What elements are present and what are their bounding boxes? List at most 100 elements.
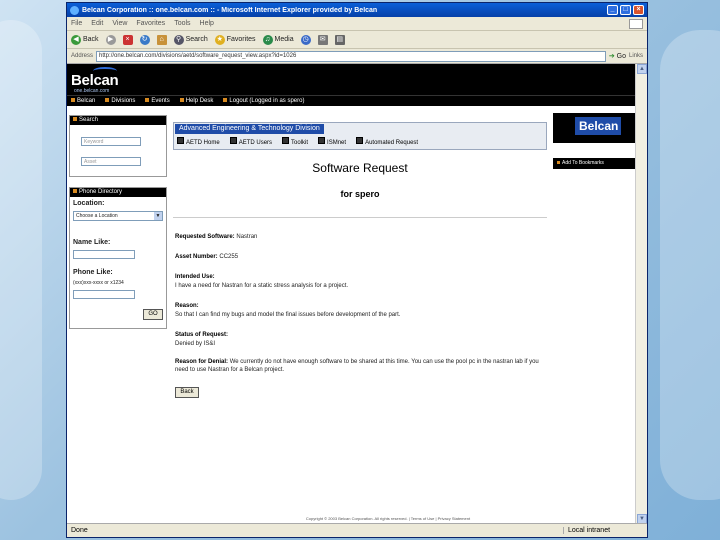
print-icon: ▤ xyxy=(334,34,345,45)
chevron-down-icon: ▼ xyxy=(154,212,162,220)
menu-favorites[interactable]: Favorites xyxy=(136,20,165,27)
mail-button[interactable]: ✉ xyxy=(317,34,328,45)
go-label: Go xyxy=(616,53,626,60)
address-bar: Address http://one.belcan.com/divisions/… xyxy=(67,49,647,64)
status-label: Status of Request: xyxy=(175,331,547,339)
status-heading: Status of Request: xyxy=(175,332,229,338)
ie-icon xyxy=(70,5,79,15)
star-icon: ★ xyxy=(214,34,225,45)
links-label[interactable]: Links xyxy=(629,53,643,59)
home-icon: ⌂ xyxy=(156,34,167,45)
page-viewport: Belcan one.belcan.com Belcan Divisions E… xyxy=(67,64,635,524)
print-button[interactable]: ▤ xyxy=(334,34,345,45)
toolbar: ◀ Back ▶ × ↻ ⌂ ⚲ Search ★ Favorites ♫ Media … xyxy=(67,31,647,49)
address-label: Address xyxy=(71,53,94,59)
close-icon[interactable]: × xyxy=(633,5,644,15)
denial-row: Reason for Denial: We currently do not h… xyxy=(175,358,547,374)
asset-number-value: CC255 xyxy=(219,254,239,260)
nav-help-desk[interactable]: Help Desk xyxy=(180,98,214,104)
status-bar: Done Local intranet xyxy=(67,523,647,537)
menu-tools[interactable]: Tools xyxy=(174,20,190,27)
intended-use-label: Intended Use: xyxy=(175,273,547,281)
tab-toolkit[interactable]: Toolkit xyxy=(282,137,308,146)
tab-ismnet[interactable]: ISMnet xyxy=(318,137,346,146)
search-label: Search xyxy=(185,36,208,43)
nav-divisions[interactable]: Divisions xyxy=(105,98,135,104)
directory-go-button[interactable]: GO xyxy=(143,309,163,320)
go-button[interactable]: ➔ Go xyxy=(609,52,626,60)
reason-value: So that I can find my bugs and model the… xyxy=(175,312,401,318)
back-button[interactable]: ◀ Back xyxy=(71,34,99,45)
phone-like-label: Phone Like: xyxy=(73,269,113,276)
page-title: Software Request xyxy=(312,161,408,175)
requested-software-row: Requested Software: Nastran xyxy=(175,233,547,241)
requested-software-value: Nastran xyxy=(236,234,258,240)
belcan-side-logo-text: Belcan xyxy=(579,119,619,133)
division-tabs: AETD Home AETD Users Toolkit ISMnet Auto… xyxy=(177,137,418,146)
menu-help[interactable]: Help xyxy=(200,20,214,27)
refresh-icon: ↻ xyxy=(139,34,150,45)
nav-logout[interactable]: Logout (Logged in as spero) xyxy=(223,98,304,104)
tab-automated-request[interactable]: Automated Request xyxy=(356,137,418,146)
site-nav: Belcan Divisions Events Help Desk Logout… xyxy=(67,95,635,106)
background-shape-left xyxy=(0,20,42,500)
denial-label: Reason for Denial: xyxy=(175,359,229,365)
go-arrow-icon: ➔ xyxy=(608,53,615,60)
favorites-button[interactable]: ★ Favorites xyxy=(214,34,256,45)
name-like-label: Name Like: xyxy=(73,239,111,246)
reason-label: Reason: xyxy=(175,302,547,310)
denial-value: We currently do not have enough software… xyxy=(175,359,539,373)
menu-file[interactable]: File xyxy=(71,20,82,27)
phone-like-input[interactable] xyxy=(73,290,135,299)
asset-input[interactable]: Asset xyxy=(81,157,141,166)
location-label: Location: xyxy=(73,200,105,207)
back-label: Back xyxy=(83,36,99,43)
maximize-icon[interactable]: □ xyxy=(620,5,631,15)
status-zone: Local intranet xyxy=(563,527,643,534)
nav-belcan[interactable]: Belcan xyxy=(71,98,95,104)
menu-view[interactable]: View xyxy=(112,20,127,27)
media-button[interactable]: ♫ Media xyxy=(262,34,294,45)
location-select[interactable]: Choose a Location ▼ xyxy=(73,211,163,221)
reason-heading: Reason: xyxy=(175,303,199,309)
directory-panel-header: Phone Directory xyxy=(70,188,166,197)
refresh-button[interactable]: ↻ xyxy=(139,34,150,45)
title-bar: Belcan Corporation :: one.belcan.com :: … xyxy=(67,3,647,17)
tab-aetd-users[interactable]: AETD Users xyxy=(230,137,272,146)
home-button[interactable]: ⌂ xyxy=(156,34,167,45)
favorites-label: Favorites xyxy=(226,36,256,43)
asset-number-label: Asset Number: xyxy=(175,254,218,260)
scroll-up-icon[interactable]: ▲ xyxy=(637,64,647,74)
forward-arrow-icon: ▶ xyxy=(105,34,116,45)
menu-edit[interactable]: Edit xyxy=(91,20,103,27)
mail-icon: ✉ xyxy=(317,34,328,45)
divider xyxy=(173,217,547,218)
stop-button[interactable]: × xyxy=(122,34,133,45)
background-shape-right xyxy=(660,30,720,500)
stop-icon: × xyxy=(122,34,133,45)
window-title: Belcan Corporation :: one.belcan.com :: … xyxy=(82,6,378,14)
back-page-button[interactable]: Back xyxy=(175,387,199,398)
status-value: Denied by IS&I xyxy=(175,341,216,347)
add-bookmark-link[interactable]: Add To Bookmarks xyxy=(553,158,635,169)
phone-format-hint: (xxx)xxx-xxxx or x1234 xyxy=(73,280,124,286)
forward-button[interactable]: ▶ xyxy=(105,34,116,45)
page-footer: Copyright © 2003 Belcan Corporation. All… xyxy=(305,516,471,521)
division-title: Advanced Engineering & Technology Divisi… xyxy=(175,124,324,134)
name-like-input[interactable] xyxy=(73,250,135,259)
requested-software-label: Requested Software: xyxy=(175,234,235,240)
search-button[interactable]: ⚲ Search xyxy=(173,34,208,45)
address-input[interactable]: http://one.belcan.com/divisions/aetd/sof… xyxy=(96,50,606,62)
keyword-input[interactable]: Keyword xyxy=(81,137,141,146)
minimize-icon[interactable]: _ xyxy=(607,5,618,15)
asset-number-row: Asset Number: CC255 xyxy=(175,253,547,261)
menu-bar: File Edit View Favorites Tools Help xyxy=(67,17,647,31)
belcan-side-logo[interactable]: Belcan xyxy=(553,113,635,143)
site-logo[interactable]: Belcan xyxy=(71,72,119,89)
history-button[interactable]: ◷ xyxy=(300,34,311,45)
nav-events[interactable]: Events xyxy=(145,98,169,104)
vertical-scrollbar[interactable]: ▲ ▼ xyxy=(635,64,647,524)
tab-aetd-home[interactable]: AETD Home xyxy=(177,137,220,146)
location-select-value: Choose a Location xyxy=(76,213,118,219)
site-header: Belcan one.belcan.com xyxy=(67,64,635,95)
